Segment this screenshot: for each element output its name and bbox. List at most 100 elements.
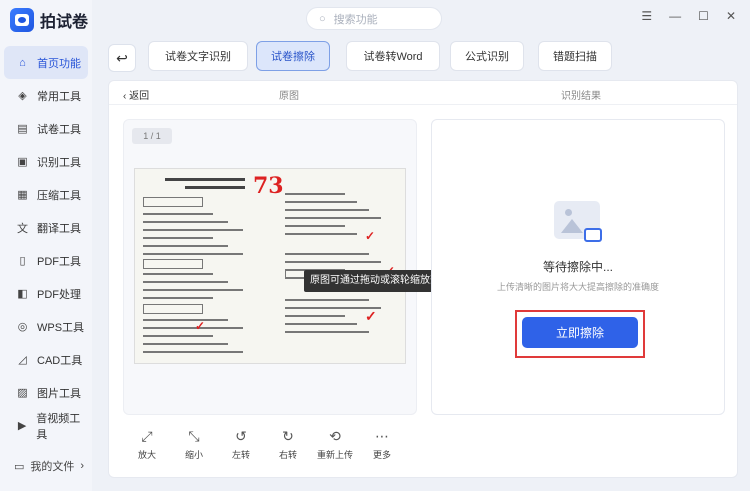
tab-2[interactable]: 试卷转Word [346,41,440,71]
sidebar: 拍试卷 ⌂ 首页功能 ◈ 常用工具 ▤ 试卷工具 ▣ 识别工具 ▦ 压缩工具文翻译工具 ▯ PDF工具… [0,0,92,491]
pdf-process-icon: ◧ [17,288,28,300]
translate-icon: 文 [17,222,28,235]
paper-text-line [285,299,369,301]
paper-text-line [285,201,357,203]
search-input[interactable]: ○ 搜索功能 [306,7,442,30]
original-label: 原图 [279,91,299,102]
waiting-status: 等待擦除中... [542,260,613,274]
paper-text-line [143,245,228,247]
undo-button[interactable]: ↩ [108,44,136,72]
tool-button-3[interactable]: ↻ 右转 [268,427,308,461]
sidebar-item-10[interactable]: ▨ 图片工具 [4,376,88,409]
sidebar-item-6[interactable]: ▯ PDF工具 [4,244,88,277]
chevron-right-icon: › [80,460,85,472]
paper-text-line [143,213,213,215]
tool-button-1[interactable]: ⤡ 缩小 [174,427,214,461]
sidebar-item-3[interactable]: ▣ 识别工具 [4,145,88,178]
sidebar-item-label: PDF处理 [37,288,81,301]
sidebar-item-0[interactable]: ⌂ 首页功能 [4,46,88,79]
wps-icon: ◎ [17,321,28,333]
window-controls: ☰ — ☐ ✕ [641,9,736,23]
minimize-icon[interactable]: — [669,9,681,23]
camera-logo-icon [10,8,34,32]
search-icon: ○ [319,12,326,25]
sidebar-item-label: 压缩工具 [37,189,81,202]
tool-label: 右转 [278,450,297,460]
paper-text-line [285,315,345,317]
close-icon[interactable]: ✕ [726,9,736,23]
paper-text-line [285,253,369,255]
paper-text-line [143,327,243,329]
sidebar-item-9[interactable]: ◿ CAD工具 [4,343,88,376]
app-name: 拍试卷 [40,14,89,31]
result-label: 识别结果 [561,91,601,102]
tool-button-5[interactable]: ⋯ 更多 [362,427,402,461]
paper-text-line [285,323,357,325]
paper-title-line [165,178,245,181]
tool-button-4[interactable]: ⟲ 重新上传 [315,427,355,461]
paper-text-line [143,335,213,337]
sidebar-item-2[interactable]: ▤ 试卷工具 [4,112,88,145]
app-logo: 拍试卷 [10,8,88,32]
sidebar-item-5[interactable]: 文翻译工具 [4,211,88,244]
panel-subheader: ‹ 返回 原图 识别结果 [109,81,737,105]
tool-button-2[interactable]: ↺ 左转 [221,427,261,461]
paper-text-line [285,217,381,219]
sidebar-item-11[interactable]: ▶ 音视频工具 [4,409,88,442]
more-icon: ⋯ [375,428,389,444]
document-icon: ▤ [17,123,28,135]
sidebar-item-label: PDF工具 [37,255,81,268]
paper-text-line [285,193,345,195]
sidebar-item-label: 试卷工具 [37,123,81,136]
image-icon: ▨ [17,387,28,399]
paper-text-line [285,261,381,263]
original-image-card: 1 / 1 73 ✓ ✓ ✓ ✓ 原图可通过拖动或滚轮缩放查看 [123,119,456,415]
sidebar-item-label: 首页功能 [37,57,81,70]
tab-0[interactable]: 试卷文字识别 [148,41,248,71]
layers-icon: ◈ [18,90,27,102]
scan-icon: ▣ [17,156,28,168]
sidebar-item-8[interactable]: ◎ WPS工具 [4,310,88,343]
zoom-in-icon: ⤢ [141,428,153,444]
paper-text-line [143,229,243,231]
paper-text-line [143,297,213,299]
rotate-left-icon: ↺ [235,428,247,444]
tool-label: 重新上传 [316,450,353,460]
exam-paper-image[interactable]: 73 ✓ ✓ ✓ ✓ [134,168,406,364]
paper-text-line [143,253,243,255]
sidebar-item-4[interactable]: ▦ 压缩工具 [4,178,88,211]
back-link[interactable]: ‹ 返回 [123,87,149,102]
compress-icon: ▦ [17,189,28,201]
image-toolbar: ⤢ 放大 ⤡ 缩小 ↺ 左转 ↻ 右转 ⟲ 重新上传 ⋯ 更多 [123,427,417,467]
paper-text-line [143,273,213,275]
sidebar-item-1[interactable]: ◈ 常用工具 [4,79,88,112]
undo-icon: ↩ [116,49,128,66]
paper-text-line [143,351,243,353]
tool-label: 左转 [231,450,250,460]
zoom-out-icon: ⤡ [188,428,200,444]
content-panel: ‹ 返回 原图 识别结果 1 / 1 73 ✓ ✓ ✓ ✓ 原图可通过拖动或滚轮… [108,80,738,478]
tab-3[interactable]: 公式识别 [450,41,524,71]
document-lines-icon [584,228,602,242]
sidebar-item-7[interactable]: ◧ PDF处理 [4,277,88,310]
tool-button-0[interactable]: ⤢ 放大 [127,427,167,461]
my-files-link[interactable]: ▭ 我的文件 › [14,458,84,474]
cad-icon: ◿ [18,354,27,366]
result-card: 等待擦除中... 上传清晰的图片将大大提高擦除的准确度 立即擦除 [431,119,725,415]
sidebar-item-label: 翻译工具 [37,222,81,235]
page-counter: 1 / 1 [132,128,172,144]
erase-now-button[interactable]: 立即擦除 [522,317,638,348]
paper-table [143,197,203,207]
tab-1[interactable]: 试卷擦除 [256,41,330,71]
my-files-label: 我的文件 [30,461,75,473]
paper-text-line [285,331,369,333]
tab-4[interactable]: 错题扫描 [538,41,612,71]
paper-text-line [143,281,228,283]
main-area: ↩ 试卷文字识别 试卷擦除 试卷转Word 公式识别 错题扫描 ‹ 返回 原图 识别结果… [94,40,742,480]
paper-handwriting: ✓ [365,229,376,243]
tool-label: 缩小 [184,450,203,460]
paper-text-line [285,233,357,235]
maximize-icon[interactable]: ☐ [698,9,709,23]
paper-table [143,304,203,314]
menu-icon[interactable]: ☰ [641,9,652,23]
